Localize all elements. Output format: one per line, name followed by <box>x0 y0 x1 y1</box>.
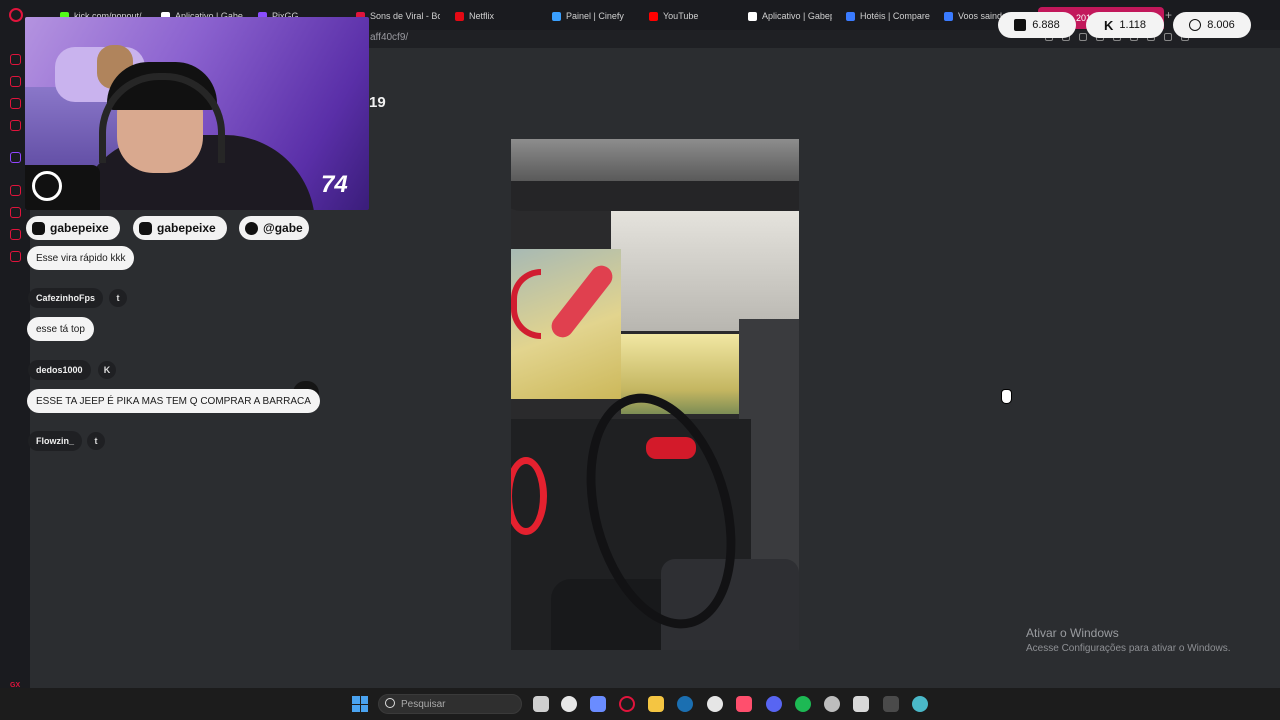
viewer-count: 1.118 <box>1119 19 1147 31</box>
opera-logo-icon[interactable] <box>9 8 23 22</box>
viewer-count-twitch: 6.888 <box>998 12 1076 38</box>
twitch-badge-icon: t <box>109 289 127 307</box>
shield-icon[interactable] <box>1079 33 1087 41</box>
tab-label: Hotéis | Compare <box>860 11 930 21</box>
steam-icon[interactable] <box>677 696 693 712</box>
chat-message: Esse vira rápido kkk <box>27 246 135 270</box>
capcut2-icon[interactable] <box>853 696 869 712</box>
sidebar-gx-corner-icon[interactable] <box>10 54 21 65</box>
tab-label: Aplicativo | Gabep <box>762 11 832 21</box>
instagram-icon <box>139 221 152 235</box>
sidebar-music-icon[interactable] <box>10 120 21 131</box>
stream-logo-panel <box>25 165 100 210</box>
roll-bar <box>511 181 799 211</box>
overlay-number: 74 <box>321 171 348 198</box>
sidebar-extensions-icon[interactable] <box>10 229 21 240</box>
spotify-icon[interactable] <box>795 696 811 712</box>
tab-label: YouTube <box>663 11 699 21</box>
search-placeholder: Pesquisar <box>401 699 446 710</box>
viewer-count: 8.006 <box>1207 19 1235 31</box>
tab-netflix[interactable]: Netflix <box>455 8 515 24</box>
windows-start-icon[interactable] <box>352 696 368 712</box>
screen: kick.com/popout/ Aplicativo | Gabep PixG… <box>0 0 1280 720</box>
globe-app-icon[interactable] <box>912 696 928 712</box>
copilot-icon[interactable] <box>590 696 606 712</box>
app-favicon-icon <box>748 11 757 21</box>
terminal-icon[interactable] <box>883 696 899 712</box>
social-instagram: gabepeixe <box>133 216 227 240</box>
viewer-count-total: 8.006 <box>1173 12 1251 38</box>
social-youtube: gabepeixe <box>26 216 120 240</box>
opera-gx-icon[interactable] <box>619 696 635 712</box>
ai-icon[interactable] <box>1164 33 1172 41</box>
page-heading: 19 <box>369 94 386 111</box>
cinefy-favicon-icon <box>552 11 561 21</box>
twitch-icon <box>1014 19 1027 31</box>
tab-aplicativo-2[interactable]: Aplicativo | Gabep <box>748 8 832 24</box>
tiktok-icon <box>245 221 258 235</box>
sidebar-play-icon[interactable] <box>10 185 21 196</box>
social-handle: gabepeixe <box>157 221 216 235</box>
tab-cinefy[interactable]: Painel | Cinefy <box>552 8 632 24</box>
jeep-interior-video[interactable] <box>511 139 799 650</box>
folder-icon[interactable] <box>648 696 664 712</box>
search-icon <box>385 698 395 708</box>
kick-icon: K <box>1103 17 1114 33</box>
url-text[interactable]: aff40cf9/ <box>370 32 408 43</box>
youtube-favicon-icon <box>649 11 658 21</box>
new-tab-plus-icon[interactable]: + <box>1165 8 1172 22</box>
social-tiktok: @gabe <box>239 216 309 240</box>
viewer-count: 6.888 <box>1032 19 1060 31</box>
social-handle: @gabe <box>263 221 303 235</box>
sidebar-twitch-icon[interactable] <box>10 152 21 163</box>
streamer-webcam: 74 <box>25 17 369 210</box>
tab-youtube[interactable]: YouTube <box>649 8 709 24</box>
sidebar-store-icon[interactable] <box>10 76 21 87</box>
voos-favicon-icon <box>944 11 953 21</box>
social-handle: gabepeixe <box>50 221 109 235</box>
stream-logo-icon <box>32 171 62 201</box>
netflix-favicon-icon <box>455 11 464 21</box>
activation-watermark-title: Ativar o Windows <box>1026 626 1119 640</box>
ceiling <box>611 211 799 331</box>
kick-badge-icon: K <box>98 361 116 379</box>
sidebar-settings-icon[interactable] <box>10 251 21 262</box>
capcut-icon[interactable] <box>736 696 752 712</box>
youtube-icon <box>32 221 45 235</box>
app-face-icon[interactable] <box>561 696 577 712</box>
discord-icon[interactable] <box>766 696 782 712</box>
taskbar-search-input[interactable] <box>378 694 522 714</box>
chat-message: esse tá top <box>27 317 94 341</box>
tab-label: Voos saindo de <box>958 11 1004 21</box>
activation-watermark-subtitle: Acesse Configurações para ativar o Windo… <box>1026 643 1231 654</box>
file-icon[interactable] <box>533 696 549 712</box>
hand-cursor-icon <box>1001 389 1012 404</box>
globe-icon <box>1189 19 1202 31</box>
sidebar-history-icon[interactable] <box>10 207 21 218</box>
viewer-count-kick: K 1.118 <box>1086 12 1164 38</box>
twitch-badge-icon: t <box>87 432 105 450</box>
tab-label: Painel | Cinefy <box>566 11 624 21</box>
sidebar-player-icon[interactable] <box>10 98 21 109</box>
tab-hoteis[interactable]: Hotéis | Compare <box>846 8 930 24</box>
chat-username: CafezinhoFps <box>28 288 104 308</box>
obs-icon[interactable] <box>824 696 840 712</box>
chat-username: Flowzin_ <box>28 431 82 451</box>
windows-taskbar: Pesquisar <box>0 688 1280 720</box>
app-face2-icon[interactable] <box>707 696 723 712</box>
tab-label: Netflix <box>469 11 495 21</box>
chat-message: ESSE TA JEEP É PIKA MAS TEM Q COMPRAR A … <box>27 389 320 413</box>
tab-voos[interactable]: Voos saindo de <box>944 8 1004 24</box>
chat-username: dedos1000 <box>28 360 91 380</box>
hoteis-favicon-icon <box>846 11 855 21</box>
tab-label: Sons de Viral - Bo <box>370 11 440 21</box>
